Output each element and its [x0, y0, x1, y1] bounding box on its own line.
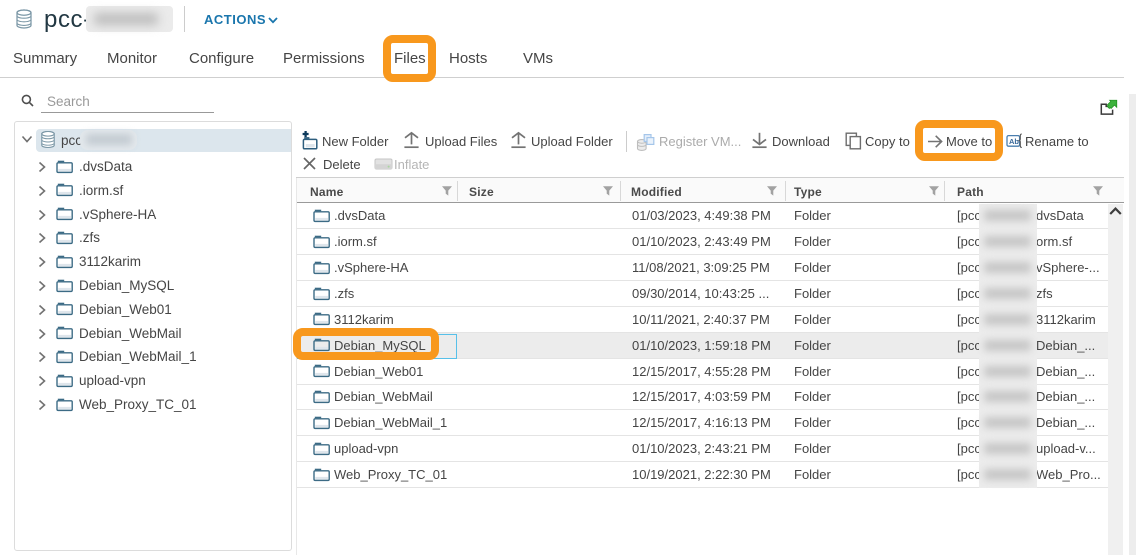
svg-text:Ab: Ab	[1009, 137, 1019, 146]
